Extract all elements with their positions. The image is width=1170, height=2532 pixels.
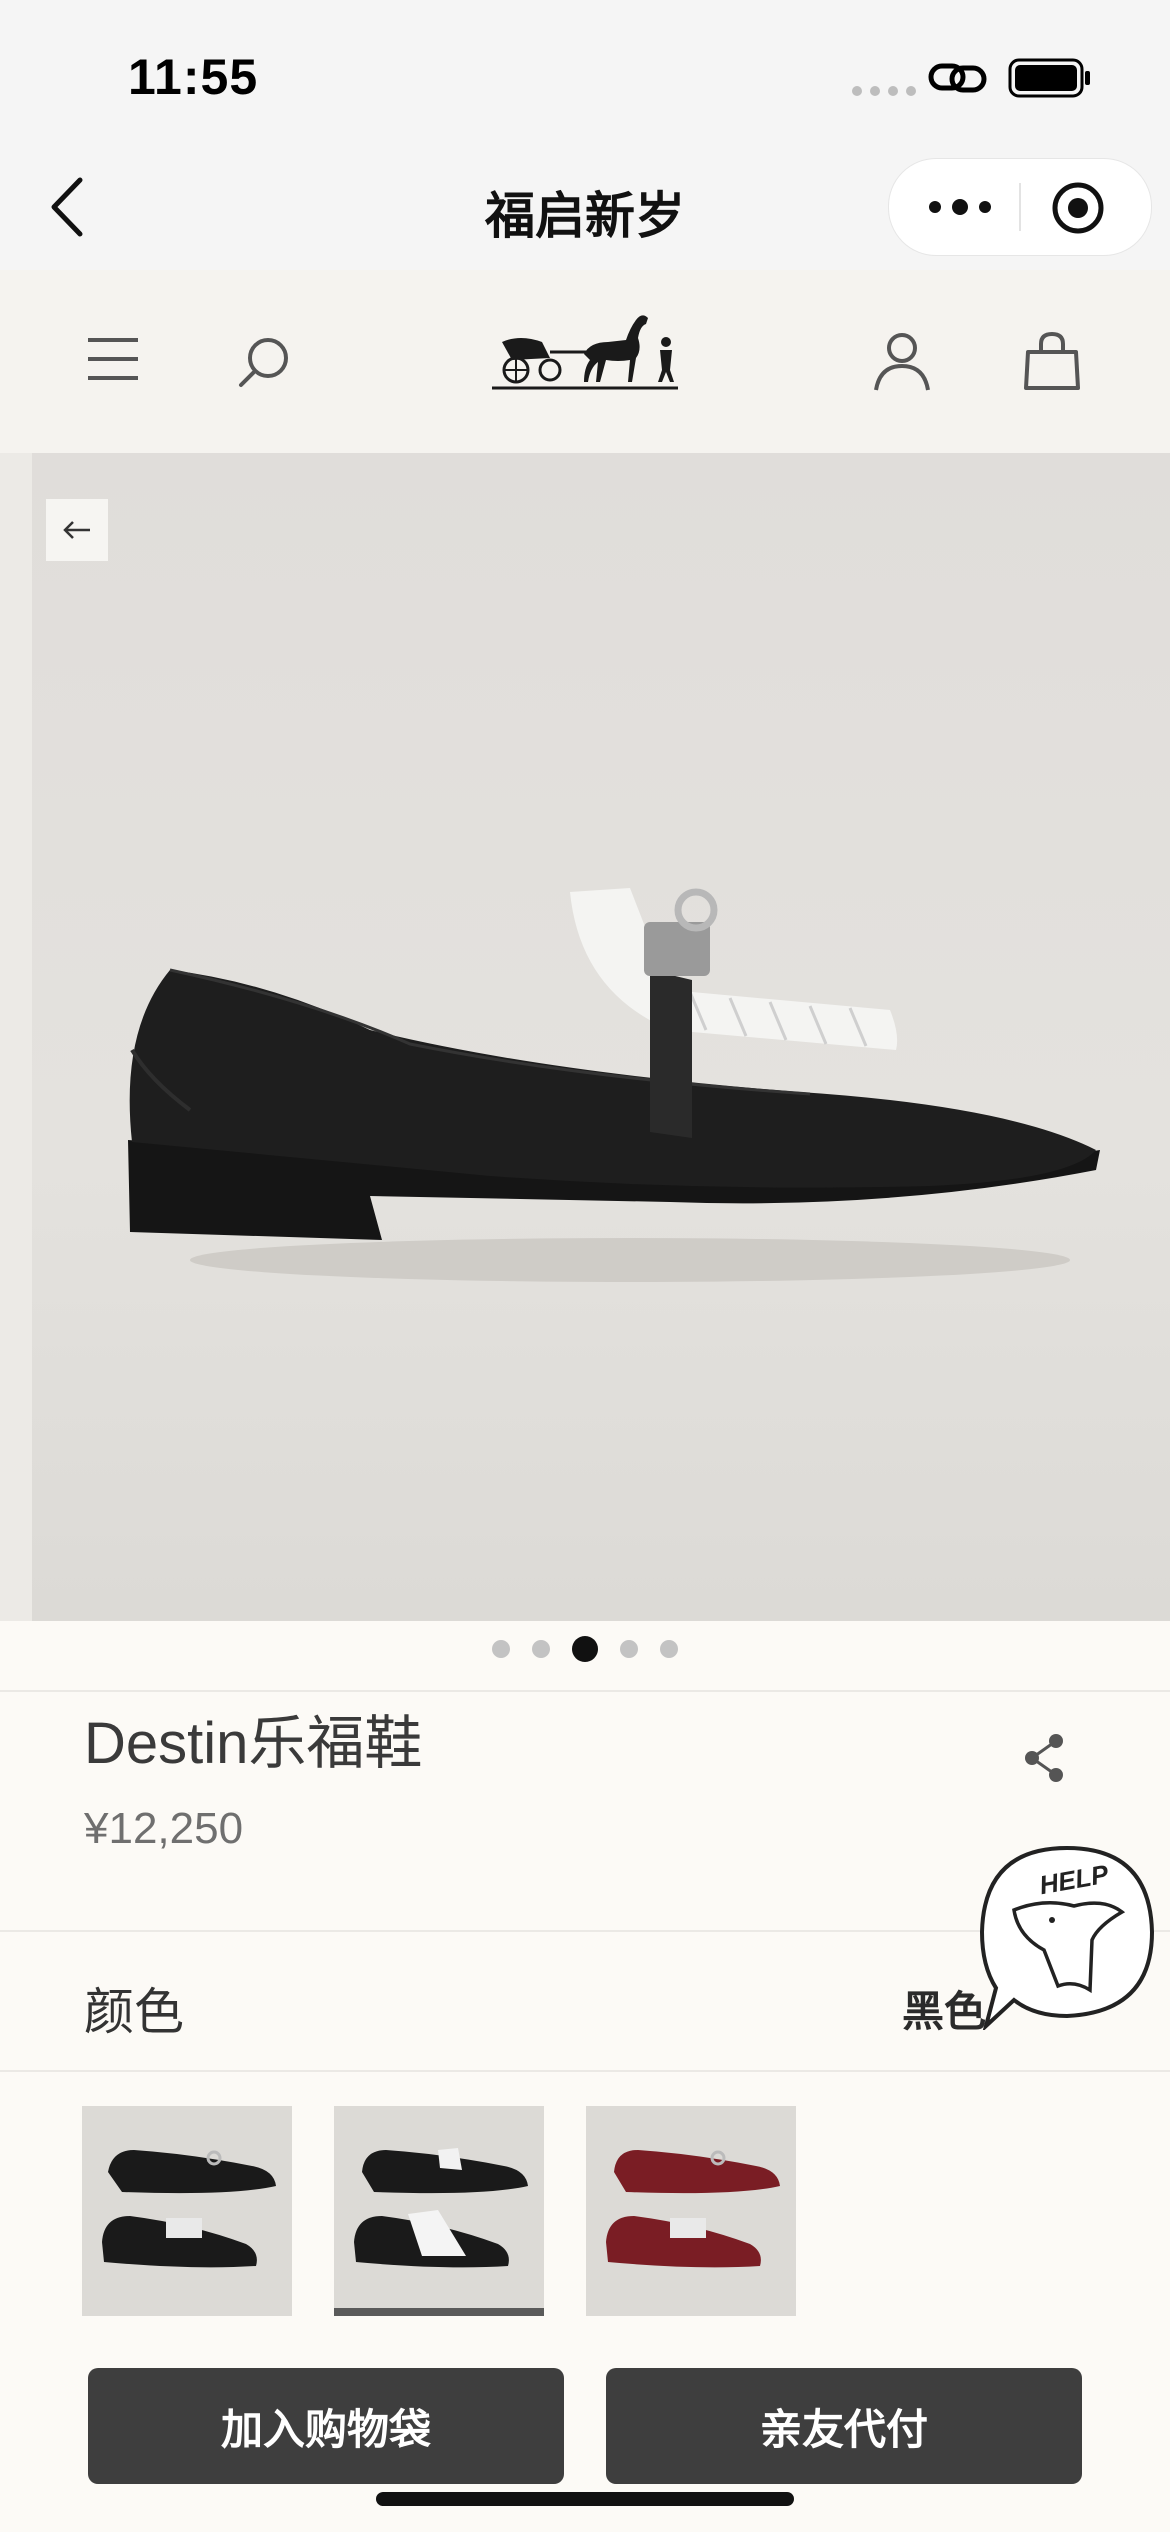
color-swatch-black[interactable] — [82, 2106, 292, 2316]
status-bar: 11:55 — [0, 0, 1170, 150]
product-image-loafer — [128, 888, 1100, 1282]
gallery-pagination — [0, 1636, 1170, 1662]
color-swatch-black-white[interactable] — [334, 2106, 544, 2316]
swatch-shoe-image — [354, 2148, 528, 2268]
divider — [0, 1690, 1170, 1692]
swatch-shoe-image — [102, 2150, 276, 2268]
help-chat-icon[interactable]: HELP — [974, 1840, 1160, 2030]
pagination-dot[interactable] — [620, 1640, 638, 1658]
close-miniprogram-icon[interactable] — [1051, 181, 1105, 235]
friend-pay-button[interactable]: 亲友代付 — [606, 2368, 1082, 2484]
cellular-signal-icon — [852, 86, 916, 96]
pagination-dot[interactable] — [532, 1640, 550, 1658]
brand-logo-icon[interactable] — [490, 308, 680, 398]
pagination-dot[interactable] — [660, 1640, 678, 1658]
arrow-left-icon — [63, 521, 90, 539]
pagination-dot[interactable] — [492, 1640, 510, 1658]
search-icon[interactable] — [236, 334, 292, 390]
account-icon[interactable] — [872, 330, 932, 392]
status-time: 11:55 — [128, 49, 259, 105]
home-indicator[interactable] — [376, 2492, 794, 2506]
product-name: Destin乐福鞋 — [84, 1711, 423, 1776]
battery-icon — [1008, 58, 1090, 98]
capsule-menu — [888, 158, 1152, 256]
more-icon[interactable] — [925, 189, 995, 225]
shopping-bag-icon[interactable] — [1022, 330, 1082, 392]
pagination-dot-active[interactable] — [572, 1636, 598, 1662]
swatch-shoe-image — [606, 2150, 780, 2268]
divider — [0, 2070, 1170, 2072]
link-icon — [928, 63, 987, 93]
product-price: ¥12,250 — [84, 1804, 244, 1853]
menu-icon[interactable] — [86, 334, 140, 384]
capsule-divider — [1019, 183, 1021, 231]
gallery-prev-button[interactable] — [46, 499, 108, 561]
color-label: 颜色 — [84, 1984, 184, 2040]
share-icon[interactable] — [1020, 1732, 1068, 1784]
color-swatch-burgundy[interactable] — [586, 2106, 796, 2316]
add-to-bag-button[interactable]: 加入购物袋 — [88, 2368, 564, 2484]
